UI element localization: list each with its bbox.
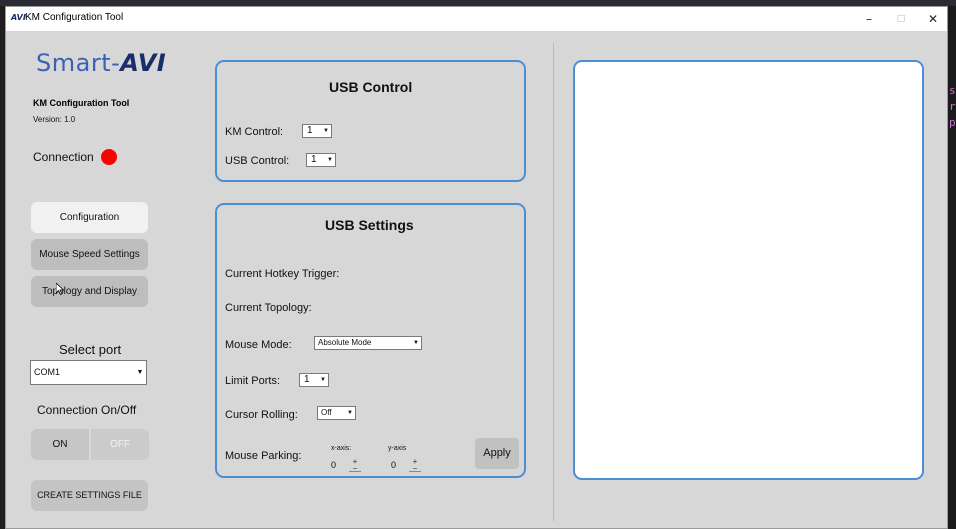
background-text-fragment: s <box>949 84 956 97</box>
spinner-arrows-icon[interactable]: + − <box>349 458 361 473</box>
current-topology-label: Current Topology: <box>225 302 312 314</box>
current-hotkey-trigger-label: Current Hotkey Trigger: <box>225 268 340 280</box>
desktop-background-right: s r p <box>948 6 956 529</box>
connection-status-indicator <box>101 149 117 165</box>
usb-settings-panel: USB Settings Current Hotkey Trigger: Cur… <box>215 203 526 478</box>
usb-control-title: USB Control <box>329 79 413 95</box>
app-window: AVI KM Configuration Tool – □ ✕ Smart-AV… <box>5 6 948 529</box>
km-control-value: 1 <box>307 125 313 136</box>
brand-text: Smart- <box>36 49 121 77</box>
select-port-label: Select port <box>59 342 122 357</box>
chevron-down-icon: ▼ <box>320 377 326 383</box>
main-content: Smart-AVI KM Configuration Tool Version:… <box>6 31 947 529</box>
panel-divider <box>553 43 554 521</box>
x-axis-spinner[interactable]: 0 + − <box>331 458 363 473</box>
nav-mouse-speed-settings-button[interactable]: Mouse Speed Settings <box>31 239 148 270</box>
y-axis-label: y-axis <box>388 445 407 452</box>
chevron-down-icon: ▼ <box>323 128 329 134</box>
close-button[interactable]: ✕ <box>918 9 948 29</box>
app-name: KM Configuration Tool <box>33 98 130 108</box>
usb-control-label: USB Control: <box>225 155 290 167</box>
app-logo-icon: AVI <box>11 13 26 22</box>
limit-ports-select[interactable]: 1 ▼ <box>299 373 329 387</box>
chevron-down-icon: ▼ <box>413 340 419 346</box>
version-label: Version: 1.0 <box>33 115 76 124</box>
mouse-parking-label: Mouse Parking: <box>225 450 302 462</box>
apply-button[interactable]: Apply <box>475 438 519 469</box>
cursor-rolling-select[interactable]: Off ▼ <box>317 406 356 420</box>
nav-configuration-button[interactable]: Configuration <box>31 202 148 233</box>
cursor-rolling-value: Off <box>321 408 332 417</box>
nav-topology-and-display-button[interactable]: Topology and Display <box>31 276 148 307</box>
usb-control-value: 1 <box>311 154 317 165</box>
km-control-select[interactable]: 1 ▼ <box>302 124 332 138</box>
create-settings-file-button[interactable]: CREATE SETTINGS FILE <box>31 480 148 511</box>
chevron-down-icon: ▼ <box>327 157 333 163</box>
mouse-cursor-icon <box>56 283 64 295</box>
limit-ports-value: 1 <box>304 374 310 385</box>
usb-settings-title: USB Settings <box>325 217 414 233</box>
usb-control-panel: USB Control KM Control: 1 ▼ USB Control:… <box>215 60 526 182</box>
mouse-mode-select[interactable]: Absolute Mode ▼ <box>314 336 422 350</box>
chevron-down-icon: ▼ <box>136 369 144 376</box>
port-select-value: COM1 <box>34 367 61 377</box>
topology-display-area <box>573 60 924 480</box>
background-text-fragment: p <box>949 116 956 129</box>
mouse-mode-label: Mouse Mode: <box>225 339 292 351</box>
title-bar[interactable]: AVI KM Configuration Tool – □ ✕ <box>6 7 947 31</box>
connection-label: Connection <box>33 150 94 164</box>
port-select[interactable]: COM1 ▼ <box>30 360 147 385</box>
minimize-button[interactable]: – <box>854 9 884 29</box>
cursor-rolling-label: Cursor Rolling: <box>225 409 298 421</box>
mouse-mode-value: Absolute Mode <box>318 338 372 347</box>
y-axis-spinner[interactable]: 0 + − <box>391 458 423 473</box>
maximize-button[interactable]: □ <box>886 9 916 29</box>
chevron-down-icon: ▼ <box>347 410 353 416</box>
x-axis-label: x-axis: <box>331 445 352 452</box>
y-axis-value: 0 <box>391 460 397 470</box>
background-text-fragment: r <box>949 100 956 113</box>
brand-logo: Smart-AVI <box>36 49 166 77</box>
x-axis-value: 0 <box>331 460 337 470</box>
usb-control-select[interactable]: 1 ▼ <box>306 153 336 167</box>
spinner-arrows-icon[interactable]: + − <box>409 458 421 473</box>
connection-on-button[interactable]: ON <box>31 429 89 460</box>
km-control-label: KM Control: <box>225 126 284 138</box>
limit-ports-label: Limit Ports: <box>225 375 281 387</box>
brand-mark: AVI <box>120 49 167 77</box>
connection-off-button[interactable]: OFF <box>91 429 149 460</box>
connection-onoff-label: Connection On/Off <box>37 403 137 417</box>
window-title: KM Configuration Tool <box>25 12 124 23</box>
